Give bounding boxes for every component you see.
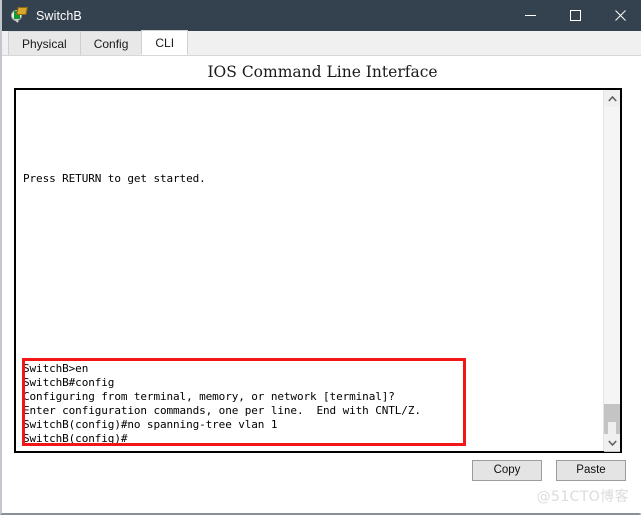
maximize-button[interactable] bbox=[553, 0, 598, 31]
window-title: SwitchB bbox=[36, 8, 82, 23]
close-button[interactable] bbox=[598, 0, 641, 31]
minimize-icon bbox=[525, 15, 536, 16]
window-controls bbox=[508, 0, 641, 31]
maximize-icon bbox=[570, 10, 581, 21]
scroll-down-button[interactable] bbox=[604, 434, 620, 451]
terminal-session-block: SwitchB>en SwitchB#config Configuring fr… bbox=[23, 362, 421, 446]
page-title: IOS Command Line Interface bbox=[207, 63, 438, 81]
terminal-line: SwitchB(config)# bbox=[23, 432, 128, 445]
title-bar: SwitchB bbox=[2, 0, 641, 31]
terminal-line: SwitchB(config)#no spanning-tree vlan 1 bbox=[23, 418, 278, 431]
terminal-scrollbar[interactable] bbox=[603, 90, 620, 452]
cli-window: SwitchB Physical Config CLI IOS Command … bbox=[0, 0, 641, 515]
terminal-line: Press RETURN to get started. bbox=[23, 172, 206, 185]
chevron-up-icon bbox=[607, 95, 617, 102]
scrollbar-track[interactable] bbox=[604, 107, 620, 452]
tab-config[interactable]: Config bbox=[79, 31, 143, 55]
copy-button[interactable]: Copy bbox=[472, 460, 542, 481]
terminal-line: SwitchB#config bbox=[23, 376, 115, 389]
terminal-container: Press RETURN to get started. SwitchB>en … bbox=[14, 88, 622, 453]
terminal-output[interactable]: Press RETURN to get started. SwitchB>en … bbox=[16, 90, 603, 451]
tab-panel-cli: IOS Command Line Interface Press RETURN … bbox=[4, 56, 641, 513]
network-switch-magnifier-icon bbox=[11, 7, 28, 24]
terminal-line: SwitchB>en bbox=[23, 362, 89, 375]
terminal-line: Configuring from terminal, memory, or ne… bbox=[23, 390, 395, 403]
chevron-down-icon bbox=[607, 439, 617, 446]
minimize-button[interactable] bbox=[508, 0, 553, 31]
scroll-up-button[interactable] bbox=[604, 90, 620, 107]
tab-bar: Physical Config CLI bbox=[2, 30, 641, 56]
terminal-intro-block: Press RETURN to get started. bbox=[23, 172, 206, 186]
terminal-line: Enter configuration commands, one per li… bbox=[23, 404, 421, 417]
tab-physical[interactable]: Physical bbox=[8, 31, 81, 55]
paste-button[interactable]: Paste bbox=[556, 460, 626, 481]
close-icon bbox=[615, 10, 626, 21]
tab-cli[interactable]: CLI bbox=[141, 30, 189, 55]
watermark: @51CTO博客 bbox=[536, 489, 629, 505]
